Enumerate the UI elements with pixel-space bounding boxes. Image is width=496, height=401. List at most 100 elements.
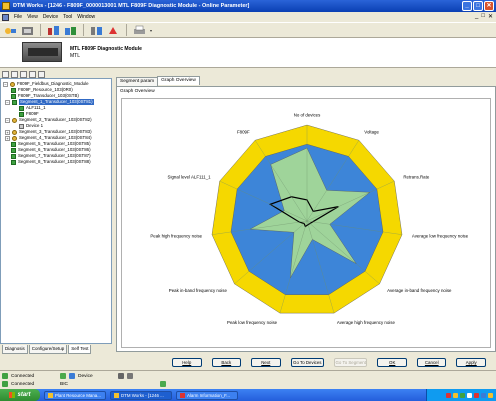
devices-button[interactable] <box>64 24 77 36</box>
tray-icon[interactable] <box>481 392 486 398</box>
tray-icon[interactable] <box>474 392 479 398</box>
maximize-button[interactable]: □ <box>473 1 483 11</box>
go-to-devices-button[interactable]: Go To Devices <box>290 358 324 367</box>
windows-flag-icon <box>9 392 16 398</box>
tray-icon[interactable] <box>446 392 451 398</box>
task-label: Alarm Information_F... <box>187 392 230 398</box>
expand-icon[interactable]: + <box>5 129 10 135</box>
tray-icon[interactable] <box>453 392 458 398</box>
menu-tool[interactable]: Tool <box>63 14 72 20</box>
tab-configure-setup[interactable]: Configure/Setup <box>28 345 68 354</box>
device-icon <box>19 123 24 129</box>
mdi-close-button[interactable]: ✕ <box>488 13 493 20</box>
tree-item[interactable]: − Segment_2_Transducer_103(0ST82) <box>5 117 92 123</box>
radar-axis-label: Average high frequency noise <box>337 320 396 325</box>
expand-icon[interactable]: + <box>5 135 10 141</box>
collapse-icon[interactable]: − <box>5 99 10 105</box>
apply-button[interactable]: Apply <box>456 358 486 367</box>
task-button[interactable]: Plant Resource Mana... <box>44 390 106 400</box>
green-block-icon <box>11 153 16 159</box>
app-icon <box>48 392 53 398</box>
radar-axis-label: Average in-band frequency noise <box>387 288 452 293</box>
tree-item[interactable]: Segment_8_Transducer_103(0ST88) <box>11 159 91 165</box>
devices-icon <box>65 26 76 35</box>
help-button[interactable]: Help <box>172 358 202 367</box>
close-button[interactable]: ✕ <box>484 1 494 11</box>
green-block-icon <box>11 87 16 93</box>
bus-icon <box>10 81 15 87</box>
tray-icon[interactable] <box>467 392 472 398</box>
folder-button[interactable] <box>21 24 34 36</box>
tree-settings-button[interactable] <box>38 70 45 78</box>
green-block-icon <box>12 99 17 105</box>
device-title: MTL F809F Diagnostic Module <box>70 46 142 52</box>
radar-axis-label: Peak low frequency noise <box>227 320 278 325</box>
task-button[interactable]: DTM Works - [1246 ... <box>110 390 172 400</box>
menu-window[interactable]: Window <box>77 14 95 20</box>
status-tools-cell <box>118 372 133 380</box>
next-button[interactable]: Next <box>251 358 281 367</box>
bus-icon <box>12 135 17 141</box>
connect-button[interactable] <box>4 24 17 36</box>
user-icon <box>69 373 75 379</box>
ok-button[interactable]: OK <box>377 358 407 367</box>
window-controls: _ □ ✕ <box>462 1 494 11</box>
cancel-button[interactable]: Cancel <box>416 358 447 367</box>
radar-axis-label: Signal level ALF111_1 <box>168 175 212 180</box>
status-connection-2: Connected <box>11 381 35 387</box>
tab-self-test[interactable]: Self Test <box>68 345 92 354</box>
plant-button[interactable] <box>47 24 60 36</box>
plant-icon <box>48 25 59 35</box>
tray-icon[interactable] <box>488 392 493 398</box>
radar-svg: No of devices Voltage Retrans.Rate Average … <box>150 113 468 326</box>
network-icon <box>5 27 16 34</box>
tree-bottom-tabs: Diagnosis Configure/Setup Self Test <box>0 345 112 354</box>
connected-icon <box>2 373 8 379</box>
menu-device[interactable]: Device <box>43 14 58 20</box>
back-button-label: Back <box>221 360 232 365</box>
tab-graph-overview[interactable]: Graph Overview <box>157 76 200 85</box>
task-button[interactable]: Alarm Information_F... <box>176 390 238 400</box>
tree-refresh-button[interactable] <box>11 70 18 78</box>
tools-button[interactable] <box>90 24 103 36</box>
chevron-down-icon[interactable]: ▾ <box>150 28 152 33</box>
status-device: Device <box>78 373 93 379</box>
tree-view-button[interactable] <box>2 70 9 78</box>
status-type-cell: BIC <box>60 380 68 388</box>
menu-file[interactable]: File <box>14 14 22 20</box>
tree-item-label: Segment_8_Transducer_103(0ST88) <box>18 159 91 164</box>
tools-icon <box>91 26 102 35</box>
collapse-icon[interactable]: − <box>3 81 8 87</box>
ok-button-label: OK <box>389 360 396 365</box>
tree-edit-button[interactable] <box>20 70 27 78</box>
task-label: DTM Works - [1246 ... <box>121 392 164 398</box>
start-button[interactable]: start <box>0 389 40 401</box>
radar-chart: No of devices Voltage Retrans.Rate Average … <box>121 98 491 348</box>
mdi-minimize-button[interactable]: _ <box>475 13 478 20</box>
mdi-controls: _ □ ✕ <box>475 13 493 20</box>
document-icon[interactable] <box>2 13 9 21</box>
folder-icon <box>22 26 33 35</box>
bus-icon <box>12 117 17 123</box>
pencil-icon <box>118 373 124 379</box>
task-label: Plant Resource Mana... <box>55 392 101 398</box>
menu-view[interactable]: View <box>27 14 38 20</box>
tree-filter-button[interactable] <box>29 70 36 78</box>
next-button-label: Next <box>261 360 271 365</box>
user-icon <box>127 373 133 379</box>
back-button[interactable]: Back <box>211 358 242 367</box>
section-label: Graph Overview <box>120 89 155 94</box>
connected-icon <box>2 381 8 387</box>
green-block-icon <box>11 147 16 153</box>
minimize-button[interactable]: _ <box>462 1 472 11</box>
mdi-maximize-button[interactable]: □ <box>481 13 485 20</box>
tray-icon[interactable] <box>460 392 465 398</box>
status-type: BIC <box>60 381 68 387</box>
print-button[interactable] <box>133 24 146 36</box>
upload-button[interactable] <box>107 24 120 36</box>
collapse-icon[interactable]: − <box>5 117 10 123</box>
green-block-icon <box>19 105 24 111</box>
go-to-segment-button[interactable]: Go To Segment <box>334 358 368 367</box>
tab-diagnosis[interactable]: Diagnosis <box>2 345 28 354</box>
tab-segment-param[interactable]: Segment param <box>116 77 159 86</box>
